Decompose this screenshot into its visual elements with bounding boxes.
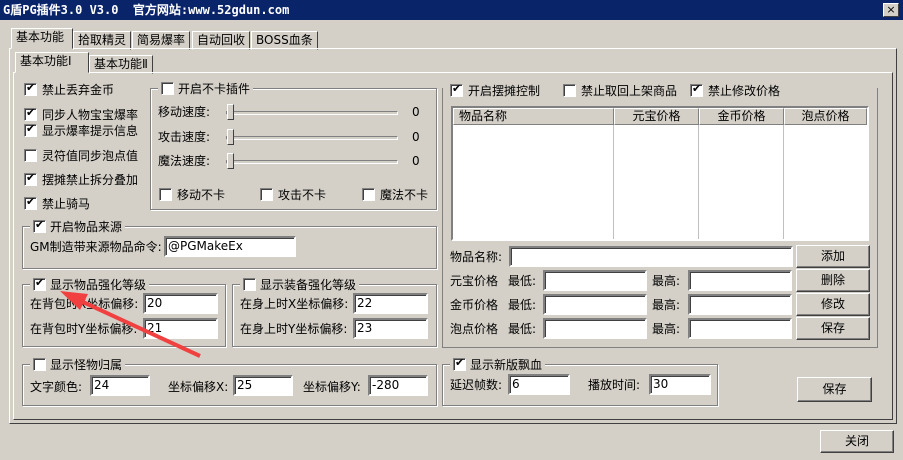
subtab-basic-1[interactable]: 基本功能Ⅰ	[15, 52, 89, 73]
tab-basic[interactable]: 基本功能	[11, 28, 73, 49]
annotation-arrow-icon	[60, 291, 201, 358]
